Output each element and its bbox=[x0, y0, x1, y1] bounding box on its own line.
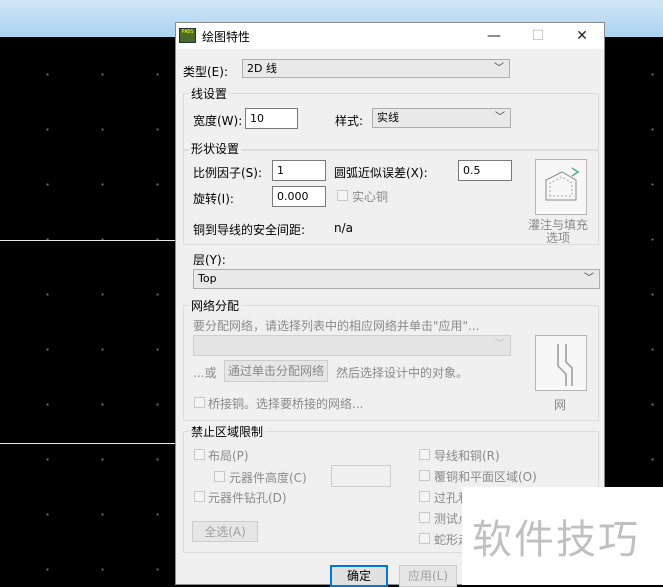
then-select-label: 然后选择设计中的对象。 bbox=[336, 366, 469, 380]
solid-copper-label: 实心铜 bbox=[352, 190, 389, 204]
pads-app-icon: PADS bbox=[179, 28, 196, 43]
net-icon bbox=[557, 344, 573, 386]
bridge-copper-checkbox[interactable] bbox=[194, 397, 205, 408]
title-bar[interactable]: PADS 绘图特性 — ☐ ✕ bbox=[176, 23, 604, 49]
component-height-checkbox[interactable] bbox=[214, 471, 225, 482]
layer-select[interactable]: Top ﹀ bbox=[193, 269, 600, 289]
chevron-down-icon: ﹀ bbox=[495, 339, 505, 350]
vias-checkbox[interactable] bbox=[419, 491, 430, 502]
arc-error-input[interactable]: 0.5 bbox=[458, 160, 512, 181]
pour-plane-label: 覆铜和平面区域(O) bbox=[434, 470, 537, 484]
net-assign-legend: 网络分配 bbox=[189, 297, 242, 314]
minimize-icon[interactable]: — bbox=[472, 23, 516, 49]
net-button[interactable] bbox=[535, 335, 587, 391]
or-label: ...或 bbox=[193, 366, 217, 380]
layer-label: 层(Y): bbox=[193, 253, 226, 267]
bridge-copper-label: 桥接铜。选择要桥接的网络... bbox=[208, 397, 364, 411]
dialog-title: 绘图特性 bbox=[202, 30, 251, 44]
component-drill-checkbox[interactable] bbox=[194, 491, 205, 502]
type-label: 类型(E): bbox=[183, 65, 228, 79]
scale-factor-label: 比例因子(S): bbox=[193, 166, 263, 180]
pour-fill-label-2: 选项 bbox=[546, 231, 571, 245]
chevron-down-icon: ﹀ bbox=[584, 273, 594, 284]
select-all-button[interactable]: 全选(A) bbox=[192, 521, 258, 542]
chevron-down-icon: ﹀ bbox=[495, 112, 505, 123]
apply-button[interactable]: 应用(L) bbox=[399, 565, 457, 587]
watermark-text: 软件技巧 bbox=[472, 517, 640, 563]
test-points-checkbox[interactable] bbox=[419, 512, 430, 523]
close-icon[interactable]: ✕ bbox=[560, 23, 604, 49]
component-height-label: 元器件高度(C) bbox=[229, 471, 307, 485]
line-settings-legend: 线设置 bbox=[189, 85, 230, 102]
component-height-input[interactable] bbox=[331, 465, 391, 487]
rotation-input[interactable]: 0.000 bbox=[272, 186, 326, 207]
arc-error-label: 圆弧近似误差(X): bbox=[334, 166, 428, 180]
click-assign-net-button[interactable]: 通过单击分配网络 bbox=[224, 360, 328, 382]
style-select[interactable]: 实线 ﹀ bbox=[372, 108, 511, 128]
shape-settings-legend: 形状设置 bbox=[189, 140, 242, 157]
pour-fill-icon bbox=[545, 167, 580, 201]
maximize-icon[interactable]: ☐ bbox=[516, 23, 560, 49]
net-select[interactable]: ﹀ bbox=[193, 335, 511, 356]
placement-label: 布局(P) bbox=[208, 449, 249, 463]
serpentine-checkbox[interactable] bbox=[419, 533, 430, 544]
placement-checkbox[interactable] bbox=[194, 449, 205, 460]
chevron-down-icon: ﹀ bbox=[494, 63, 504, 74]
pour-fill-options-button[interactable] bbox=[535, 159, 587, 215]
solid-copper-checkbox[interactable] bbox=[337, 190, 348, 201]
scale-factor-input[interactable]: 1 bbox=[272, 160, 326, 181]
width-label: 宽度(W): bbox=[193, 114, 243, 128]
net-button-label: 网 bbox=[554, 398, 567, 412]
ok-button[interactable]: 确定 bbox=[330, 565, 388, 587]
width-input[interactable]: 10 bbox=[245, 108, 298, 129]
board-outline-line bbox=[0, 443, 176, 444]
clearance-value: n/a bbox=[334, 221, 354, 235]
traces-copper-checkbox[interactable] bbox=[419, 449, 430, 460]
component-drill-label: 元器件钻孔(D) bbox=[208, 491, 287, 505]
clearance-label: 铜到导线的安全间距: bbox=[193, 223, 306, 237]
traces-copper-label: 导线和铜(R) bbox=[434, 449, 500, 463]
pour-plane-checkbox[interactable] bbox=[419, 470, 430, 481]
board-outline-line bbox=[0, 240, 176, 241]
net-assign-hint: 要分配网络，请选择列表中的相应网络并单击"应用"... bbox=[193, 319, 480, 333]
style-label: 样式: bbox=[335, 114, 364, 128]
watermark: 软件技巧 bbox=[462, 487, 663, 585]
rotation-label: 旋转(I): bbox=[193, 192, 234, 206]
type-select[interactable]: 2D 线 ﹀ bbox=[242, 59, 510, 78]
keepout-legend: 禁止区域限制 bbox=[189, 423, 266, 440]
